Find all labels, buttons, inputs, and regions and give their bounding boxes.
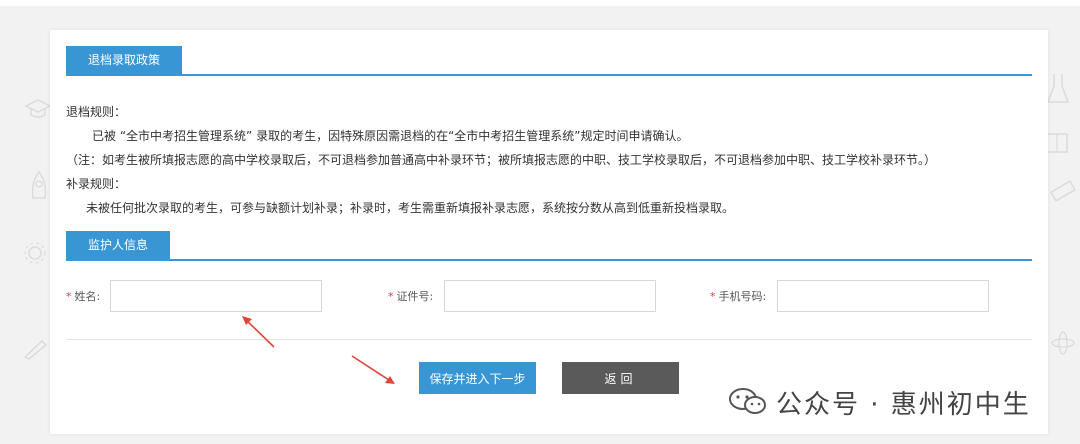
- withdraw-rule-text: 已被 “全市中考招生管理系统” 录取的考生，因特殊原因需退档的在“全市中考招生管…: [92, 129, 689, 143]
- id-number-input[interactable]: [444, 280, 656, 312]
- top-strip: [0, 0, 1080, 6]
- guardian-section-title: 监护人信息: [66, 231, 171, 259]
- withdraw-rule-note: （注：如考生被所填报志愿的高中学校录取后，不可退档参加普通高中补录环节；被所填报…: [66, 153, 937, 167]
- ruler-doodle-icon: [1050, 180, 1076, 202]
- gear-doodle-icon: [24, 242, 46, 264]
- form-card: 退档录取政策 退档规则： 已被 “全市中考招生管理系统” 录取的考生，因特殊原因…: [50, 30, 1048, 434]
- guardian-section-header: 监护人信息: [66, 231, 1032, 261]
- flask-doodle-icon: [1046, 74, 1070, 103]
- policy-section-header: 退档录取政策: [66, 46, 1032, 76]
- save-and-next-button[interactable]: 保存并进入下一步: [419, 362, 536, 394]
- required-mark: *: [388, 290, 394, 303]
- back-button[interactable]: 返回: [562, 362, 679, 394]
- wechat-icon: [729, 388, 766, 414]
- phone-label: * 手机号码:: [710, 290, 767, 303]
- pencil-doodle-icon: [23, 339, 48, 360]
- rocket-doodle-icon: [31, 170, 47, 199]
- form-divider: [66, 339, 1032, 340]
- supplement-rule-text: 未被任何批次录取的考生，可参与缺额计划补录；补录时，考生需重新填报补录志愿，系统…: [86, 201, 735, 215]
- guardian-form-row: * 姓名: * 证件号: * 手机号码:: [66, 280, 1026, 314]
- graduation-cap-doodle-icon: [24, 99, 52, 118]
- name-label: * 姓名:: [66, 290, 101, 303]
- supplement-rule-heading: 补录规则：: [66, 177, 127, 191]
- atom-doodle-icon: [1051, 331, 1075, 355]
- id-number-label: * 证件号:: [388, 290, 434, 303]
- required-mark: *: [66, 290, 72, 303]
- policy-rules: 退档规则： 已被 “全市中考招生管理系统” 录取的考生，因特殊原因需退档的在“全…: [66, 100, 1026, 220]
- required-mark: *: [710, 290, 716, 303]
- phone-input[interactable]: [777, 280, 989, 312]
- name-input[interactable]: [110, 280, 322, 312]
- watermark-text: 公众号 · 惠州初中生: [776, 389, 1031, 420]
- withdraw-rule-heading: 退档规则：: [66, 105, 127, 119]
- wechat-watermark: 公众号 · 惠州初中生: [728, 382, 1031, 422]
- policy-section-title: 退档录取政策: [66, 46, 183, 74]
